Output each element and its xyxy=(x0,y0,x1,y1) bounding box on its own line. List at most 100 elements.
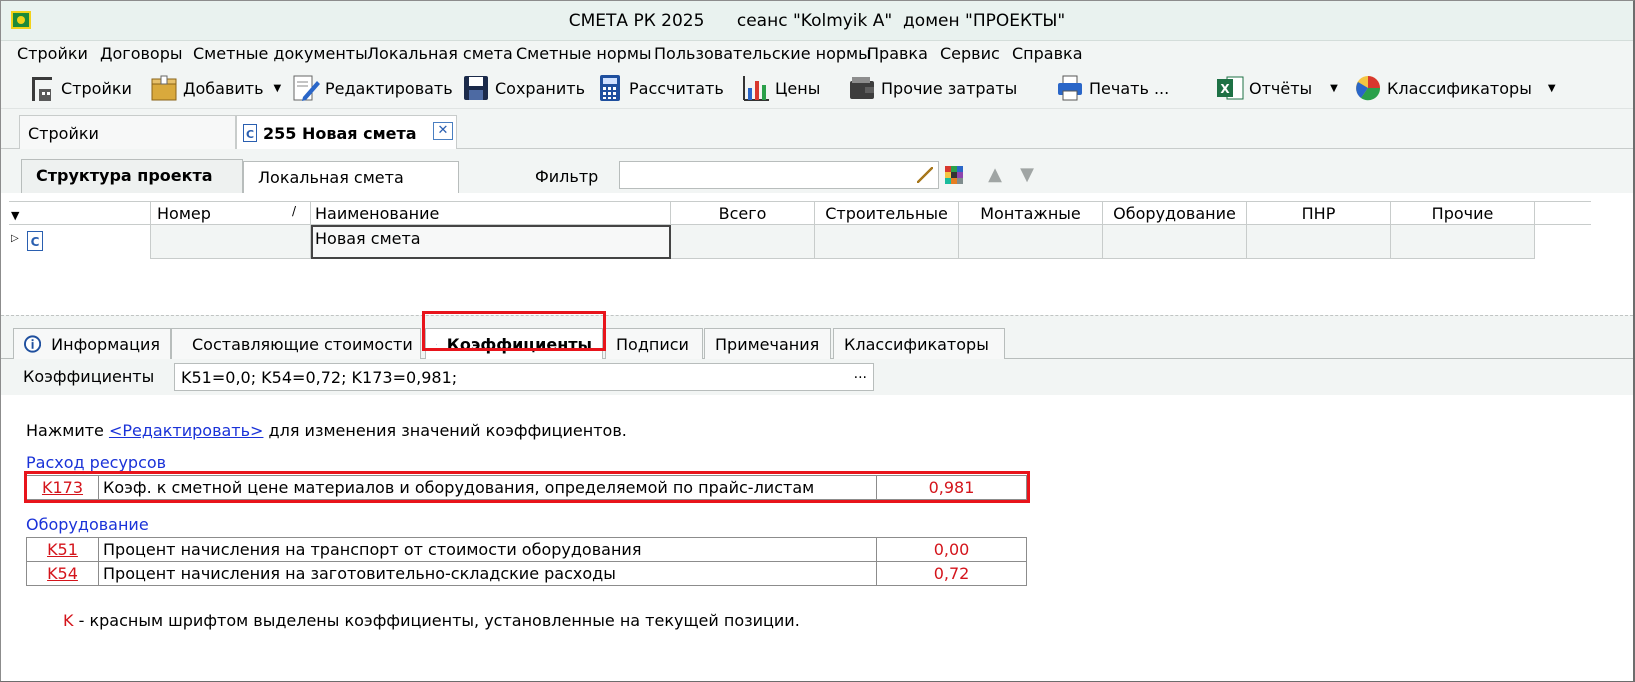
cell-other[interactable] xyxy=(1391,225,1535,259)
menu-polzovatelskie-normy[interactable]: Пользовательские нормы xyxy=(654,44,871,63)
reports-button[interactable]: X Отчёты ▼ xyxy=(1215,72,1338,104)
more-button[interactable]: ... xyxy=(854,366,867,382)
chevron-down-icon[interactable]: ▼ xyxy=(1330,83,1338,94)
menu-lokalnaya-smeta[interactable]: Локальная смета xyxy=(367,44,513,63)
coefficients-label: Коэффициенты xyxy=(23,367,155,386)
menu-servis[interactable]: Сервис xyxy=(940,44,1000,63)
legend-k: K xyxy=(63,611,74,630)
table-row[interactable]: ▷ C Новая смета xyxy=(9,225,1535,259)
k173-row-highlight xyxy=(24,471,1030,503)
column-other[interactable]: Прочие xyxy=(1391,202,1535,224)
cell-name[interactable]: Новая смета xyxy=(311,225,671,259)
hint-prefix: Нажмите xyxy=(26,421,109,440)
floppy-disk-icon xyxy=(464,76,488,100)
add-button[interactable]: Добавить ▼ xyxy=(149,72,281,104)
stroyki-button[interactable]: Стройки xyxy=(27,72,132,104)
cell-building[interactable] xyxy=(815,225,959,259)
calculate-button[interactable]: Рассчитать xyxy=(595,72,724,104)
chevron-down-icon[interactable]: ▼ xyxy=(274,83,282,94)
clear-filter-icon[interactable] xyxy=(917,167,933,183)
filter-label: Фильтр xyxy=(535,167,599,186)
tab-information-label: Информация xyxy=(51,334,160,354)
column-equipment[interactable]: Оборудование xyxy=(1103,202,1247,224)
column-number[interactable]: Номер / xyxy=(151,202,311,224)
menu-smetnye-dokumenty[interactable]: Сметные документы xyxy=(193,44,368,63)
add-label: Добавить xyxy=(183,78,264,98)
wallet-icon xyxy=(850,77,874,99)
doc-tab-stroyki[interactable]: Стройки xyxy=(19,115,236,149)
hint-suffix: для изменения значений коэффициентов. xyxy=(263,421,627,440)
grid-menu-cell[interactable]: ▼ xyxy=(9,202,151,224)
calculate-label: Рассчитать xyxy=(629,78,724,98)
cell-number[interactable] xyxy=(151,225,311,259)
menu-stroyki[interactable]: Стройки xyxy=(17,44,88,63)
color-palette-icon[interactable] xyxy=(945,166,963,184)
reports-label: Отчёты xyxy=(1249,78,1313,98)
section-title-resources[interactable]: Расход ресурсов xyxy=(26,453,166,472)
title-bar: СМЕТА РК 2025 сеанс "Kolmyik A" домен "П… xyxy=(1,1,1633,41)
tab-cost-components[interactable]: Составляющие стоимости xyxy=(171,328,421,359)
close-icon[interactable]: ✕ xyxy=(433,122,453,140)
document-tabs: Стройки C 255 Новая смета ✕ xyxy=(1,109,1633,150)
column-total[interactable]: Всего xyxy=(671,202,815,224)
save-button[interactable]: Сохранить xyxy=(461,72,585,104)
menu-pravka[interactable]: Правка xyxy=(867,44,928,63)
tab-local-smeta[interactable]: Локальная смета xyxy=(243,161,459,193)
cell-total[interactable] xyxy=(671,225,815,259)
column-building[interactable]: Строительные xyxy=(815,202,959,224)
arrow-up-icon[interactable]: ▲ xyxy=(985,165,1005,185)
calculator-icon xyxy=(600,75,620,101)
coefficient-value: 0,00 xyxy=(876,537,1027,562)
coefficient-code[interactable]: K54 xyxy=(26,561,99,586)
column-pnr[interactable]: ПНР xyxy=(1247,202,1391,224)
column-mounting[interactable]: Монтажные xyxy=(959,202,1103,224)
panel-splitter[interactable] xyxy=(1,315,1633,323)
chevron-down-icon[interactable]: ▼ xyxy=(1548,83,1556,94)
tab-notes[interactable]: Примечания xyxy=(704,328,831,359)
menu-dogovory[interactable]: Договоры xyxy=(100,44,183,63)
filter-input[interactable] xyxy=(619,161,939,189)
row-indicator[interactable]: ▷ C xyxy=(9,225,151,259)
cell-equipment[interactable] xyxy=(1103,225,1247,259)
tab-project-structure[interactable]: Структура проекта xyxy=(21,159,243,193)
menu-smetnye-normy[interactable]: Сметные нормы xyxy=(516,44,652,63)
classifiers-button[interactable]: Классификаторы ▼ xyxy=(1353,72,1556,104)
print-label: Печать ... xyxy=(1089,78,1170,98)
edit-label: Редактировать xyxy=(325,78,453,98)
toolbar: Стройки Добавить ▼ Редактировать Сохрани… xyxy=(1,67,1633,109)
menu-bar: Стройки Договоры Сметные документы Локал… xyxy=(1,41,1633,67)
coefficients-input[interactable]: K51=0,0; K54=0,72; K173=0,981; ... xyxy=(174,363,874,391)
arrow-down-icon[interactable]: ▼ xyxy=(1017,165,1037,185)
svg-text:C: C xyxy=(31,235,40,249)
menu-spravka[interactable]: Справка xyxy=(1012,44,1083,63)
coefficient-value: 0,72 xyxy=(876,561,1027,586)
coefficient-code[interactable]: K51 xyxy=(26,537,99,562)
tab-information[interactable]: Информация xyxy=(13,328,171,359)
cell-mounting[interactable] xyxy=(959,225,1103,259)
printer-icon xyxy=(1058,75,1082,101)
stroyki-label: Стройки xyxy=(61,78,132,98)
prices-button[interactable]: Цены xyxy=(741,72,820,104)
smeta-document-icon: C xyxy=(243,124,257,142)
cell-pnr[interactable] xyxy=(1247,225,1391,259)
other-costs-button[interactable]: Прочие затраты xyxy=(847,72,1017,104)
edit-link[interactable]: <Редактировать> xyxy=(109,421,263,440)
coefficients-value: K51=0,0; K54=0,72; K173=0,981; xyxy=(181,368,458,387)
edit-button[interactable]: Редактировать xyxy=(291,72,453,104)
tab-signatures[interactable]: Подписи xyxy=(605,328,703,359)
column-name[interactable]: Наименование xyxy=(311,202,671,224)
expand-icon[interactable]: ▷ xyxy=(11,233,19,244)
box-add-icon xyxy=(151,75,177,101)
tab-classifiers[interactable]: Классификаторы xyxy=(833,328,1005,359)
section-title-equipment[interactable]: Оборудование xyxy=(26,515,149,534)
print-button[interactable]: Печать ... xyxy=(1055,72,1169,104)
doc-tab-smeta[interactable]: C 255 Новая смета ✕ xyxy=(236,115,457,150)
table-row: K54 Процент начисления на заготовительно… xyxy=(26,561,1027,586)
window-title: СМЕТА РК 2025 сеанс "Kolmyik A" домен "П… xyxy=(568,11,1066,31)
column-number-label: Номер xyxy=(157,204,211,223)
pie-chart-icon xyxy=(1356,76,1381,101)
prices-label: Цены xyxy=(775,78,821,98)
sort-icon: / xyxy=(291,204,296,218)
caret-down-icon[interactable]: ▼ xyxy=(9,209,19,222)
coefficient-name: Процент начисления на заготовительно-скл… xyxy=(98,561,877,586)
